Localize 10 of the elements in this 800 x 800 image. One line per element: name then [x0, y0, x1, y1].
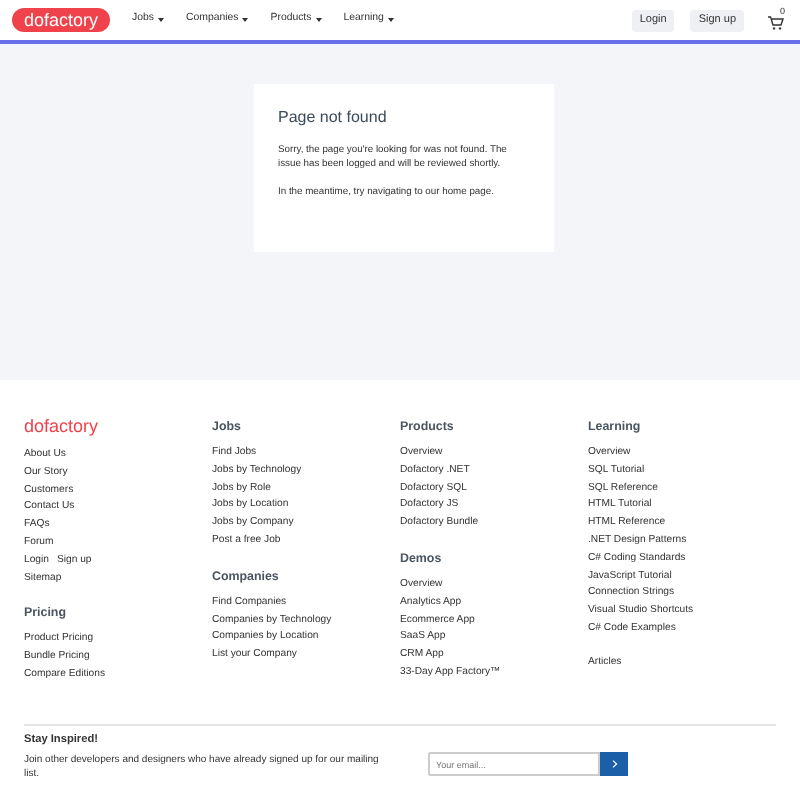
page-title: Page not found — [278, 108, 389, 128]
footer-logo[interactable]: dofactory — [24, 416, 99, 438]
caret-icon — [315, 17, 322, 22]
caret-icon — [242, 17, 249, 22]
chevron-right-icon — [611, 760, 617, 769]
caret-icon — [387, 17, 394, 22]
cart-icon — [768, 16, 784, 30]
caret-icon — [158, 17, 164, 22]
submit-button[interactable] — [600, 752, 628, 777]
logo[interactable]: dofactory — [12, 8, 111, 32]
